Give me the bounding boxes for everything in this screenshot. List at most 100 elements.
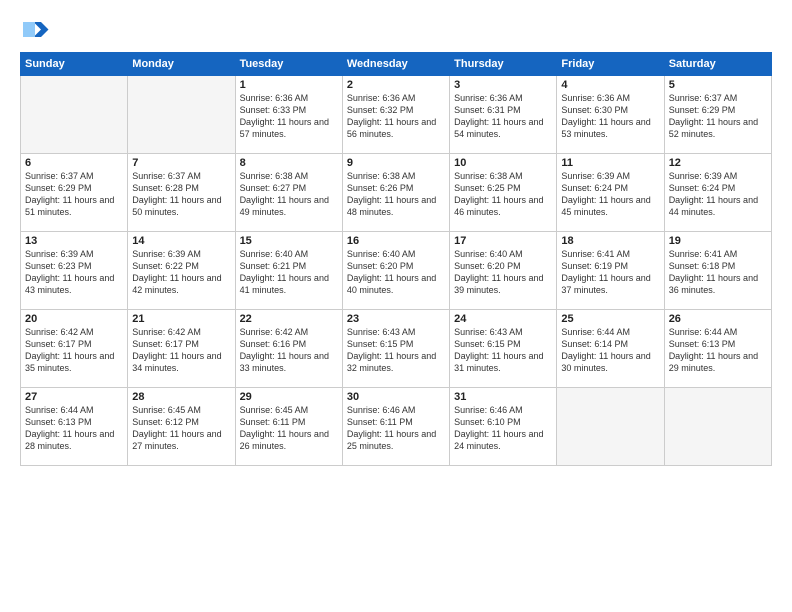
day-cell: 1Sunrise: 6:36 AM Sunset: 6:33 PM Daylig…	[235, 76, 342, 154]
page: SundayMondayTuesdayWednesdayThursdayFrid…	[0, 0, 792, 476]
day-cell: 18Sunrise: 6:41 AM Sunset: 6:19 PM Dayli…	[557, 232, 664, 310]
day-cell: 5Sunrise: 6:37 AM Sunset: 6:29 PM Daylig…	[664, 76, 771, 154]
week-row: 6Sunrise: 6:37 AM Sunset: 6:29 PM Daylig…	[21, 154, 772, 232]
day-cell: 12Sunrise: 6:39 AM Sunset: 6:24 PM Dayli…	[664, 154, 771, 232]
day-number: 28	[132, 391, 230, 403]
day-cell: 27Sunrise: 6:44 AM Sunset: 6:13 PM Dayli…	[21, 388, 128, 466]
day-info: Sunrise: 6:42 AM Sunset: 6:17 PM Dayligh…	[132, 326, 230, 375]
day-info: Sunrise: 6:46 AM Sunset: 6:11 PM Dayligh…	[347, 404, 445, 453]
day-cell: 31Sunrise: 6:46 AM Sunset: 6:10 PM Dayli…	[450, 388, 557, 466]
day-cell: 11Sunrise: 6:39 AM Sunset: 6:24 PM Dayli…	[557, 154, 664, 232]
day-info: Sunrise: 6:43 AM Sunset: 6:15 PM Dayligh…	[347, 326, 445, 375]
header-day: Sunday	[21, 53, 128, 76]
day-cell: 28Sunrise: 6:45 AM Sunset: 6:12 PM Dayli…	[128, 388, 235, 466]
day-number: 27	[25, 391, 123, 403]
day-cell: 19Sunrise: 6:41 AM Sunset: 6:18 PM Dayli…	[664, 232, 771, 310]
week-row: 13Sunrise: 6:39 AM Sunset: 6:23 PM Dayli…	[21, 232, 772, 310]
day-number: 31	[454, 391, 552, 403]
day-cell: 29Sunrise: 6:45 AM Sunset: 6:11 PM Dayli…	[235, 388, 342, 466]
header-day: Friday	[557, 53, 664, 76]
logo-icon	[20, 16, 50, 46]
day-info: Sunrise: 6:36 AM Sunset: 6:31 PM Dayligh…	[454, 92, 552, 141]
day-info: Sunrise: 6:38 AM Sunset: 6:26 PM Dayligh…	[347, 170, 445, 219]
week-row: 1Sunrise: 6:36 AM Sunset: 6:33 PM Daylig…	[21, 76, 772, 154]
day-number: 22	[240, 313, 338, 325]
day-info: Sunrise: 6:38 AM Sunset: 6:27 PM Dayligh…	[240, 170, 338, 219]
day-info: Sunrise: 6:42 AM Sunset: 6:16 PM Dayligh…	[240, 326, 338, 375]
day-info: Sunrise: 6:36 AM Sunset: 6:30 PM Dayligh…	[561, 92, 659, 141]
day-cell: 2Sunrise: 6:36 AM Sunset: 6:32 PM Daylig…	[342, 76, 449, 154]
day-cell: 30Sunrise: 6:46 AM Sunset: 6:11 PM Dayli…	[342, 388, 449, 466]
day-cell: 8Sunrise: 6:38 AM Sunset: 6:27 PM Daylig…	[235, 154, 342, 232]
logo	[20, 16, 54, 46]
day-info: Sunrise: 6:37 AM Sunset: 6:28 PM Dayligh…	[132, 170, 230, 219]
day-number: 8	[240, 157, 338, 169]
day-number: 30	[347, 391, 445, 403]
day-cell: 14Sunrise: 6:39 AM Sunset: 6:22 PM Dayli…	[128, 232, 235, 310]
header-day: Saturday	[664, 53, 771, 76]
day-number: 7	[132, 157, 230, 169]
day-cell: 25Sunrise: 6:44 AM Sunset: 6:14 PM Dayli…	[557, 310, 664, 388]
header-day: Monday	[128, 53, 235, 76]
day-info: Sunrise: 6:44 AM Sunset: 6:14 PM Dayligh…	[561, 326, 659, 375]
week-row: 27Sunrise: 6:44 AM Sunset: 6:13 PM Dayli…	[21, 388, 772, 466]
day-number: 9	[347, 157, 445, 169]
day-info: Sunrise: 6:36 AM Sunset: 6:32 PM Dayligh…	[347, 92, 445, 141]
day-number: 4	[561, 79, 659, 91]
header-day: Thursday	[450, 53, 557, 76]
day-cell: 15Sunrise: 6:40 AM Sunset: 6:21 PM Dayli…	[235, 232, 342, 310]
day-cell	[664, 388, 771, 466]
day-number: 23	[347, 313, 445, 325]
day-number: 14	[132, 235, 230, 247]
day-cell: 13Sunrise: 6:39 AM Sunset: 6:23 PM Dayli…	[21, 232, 128, 310]
day-number: 25	[561, 313, 659, 325]
day-number: 11	[561, 157, 659, 169]
day-info: Sunrise: 6:44 AM Sunset: 6:13 PM Dayligh…	[25, 404, 123, 453]
day-cell: 3Sunrise: 6:36 AM Sunset: 6:31 PM Daylig…	[450, 76, 557, 154]
day-cell: 16Sunrise: 6:40 AM Sunset: 6:20 PM Dayli…	[342, 232, 449, 310]
day-info: Sunrise: 6:37 AM Sunset: 6:29 PM Dayligh…	[669, 92, 767, 141]
day-number: 10	[454, 157, 552, 169]
day-number: 2	[347, 79, 445, 91]
day-info: Sunrise: 6:39 AM Sunset: 6:22 PM Dayligh…	[132, 248, 230, 297]
day-number: 26	[669, 313, 767, 325]
day-cell: 24Sunrise: 6:43 AM Sunset: 6:15 PM Dayli…	[450, 310, 557, 388]
day-number: 3	[454, 79, 552, 91]
day-number: 15	[240, 235, 338, 247]
day-number: 13	[25, 235, 123, 247]
header-day: Wednesday	[342, 53, 449, 76]
day-cell: 4Sunrise: 6:36 AM Sunset: 6:30 PM Daylig…	[557, 76, 664, 154]
day-number: 5	[669, 79, 767, 91]
header-row: SundayMondayTuesdayWednesdayThursdayFrid…	[21, 53, 772, 76]
day-number: 6	[25, 157, 123, 169]
day-number: 16	[347, 235, 445, 247]
day-info: Sunrise: 6:39 AM Sunset: 6:23 PM Dayligh…	[25, 248, 123, 297]
day-number: 19	[669, 235, 767, 247]
day-info: Sunrise: 6:41 AM Sunset: 6:18 PM Dayligh…	[669, 248, 767, 297]
day-cell: 17Sunrise: 6:40 AM Sunset: 6:20 PM Dayli…	[450, 232, 557, 310]
day-cell: 10Sunrise: 6:38 AM Sunset: 6:25 PM Dayli…	[450, 154, 557, 232]
day-number: 29	[240, 391, 338, 403]
day-cell	[557, 388, 664, 466]
day-cell: 23Sunrise: 6:43 AM Sunset: 6:15 PM Dayli…	[342, 310, 449, 388]
day-cell: 20Sunrise: 6:42 AM Sunset: 6:17 PM Dayli…	[21, 310, 128, 388]
day-info: Sunrise: 6:46 AM Sunset: 6:10 PM Dayligh…	[454, 404, 552, 453]
header	[20, 16, 772, 46]
day-info: Sunrise: 6:42 AM Sunset: 6:17 PM Dayligh…	[25, 326, 123, 375]
day-cell: 21Sunrise: 6:42 AM Sunset: 6:17 PM Dayli…	[128, 310, 235, 388]
day-number: 1	[240, 79, 338, 91]
day-number: 21	[132, 313, 230, 325]
day-info: Sunrise: 6:38 AM Sunset: 6:25 PM Dayligh…	[454, 170, 552, 219]
day-info: Sunrise: 6:41 AM Sunset: 6:19 PM Dayligh…	[561, 248, 659, 297]
day-cell: 9Sunrise: 6:38 AM Sunset: 6:26 PM Daylig…	[342, 154, 449, 232]
day-number: 24	[454, 313, 552, 325]
header-day: Tuesday	[235, 53, 342, 76]
day-info: Sunrise: 6:40 AM Sunset: 6:21 PM Dayligh…	[240, 248, 338, 297]
day-number: 20	[25, 313, 123, 325]
day-cell	[128, 76, 235, 154]
day-number: 12	[669, 157, 767, 169]
day-number: 18	[561, 235, 659, 247]
day-info: Sunrise: 6:37 AM Sunset: 6:29 PM Dayligh…	[25, 170, 123, 219]
day-info: Sunrise: 6:39 AM Sunset: 6:24 PM Dayligh…	[669, 170, 767, 219]
day-cell: 7Sunrise: 6:37 AM Sunset: 6:28 PM Daylig…	[128, 154, 235, 232]
